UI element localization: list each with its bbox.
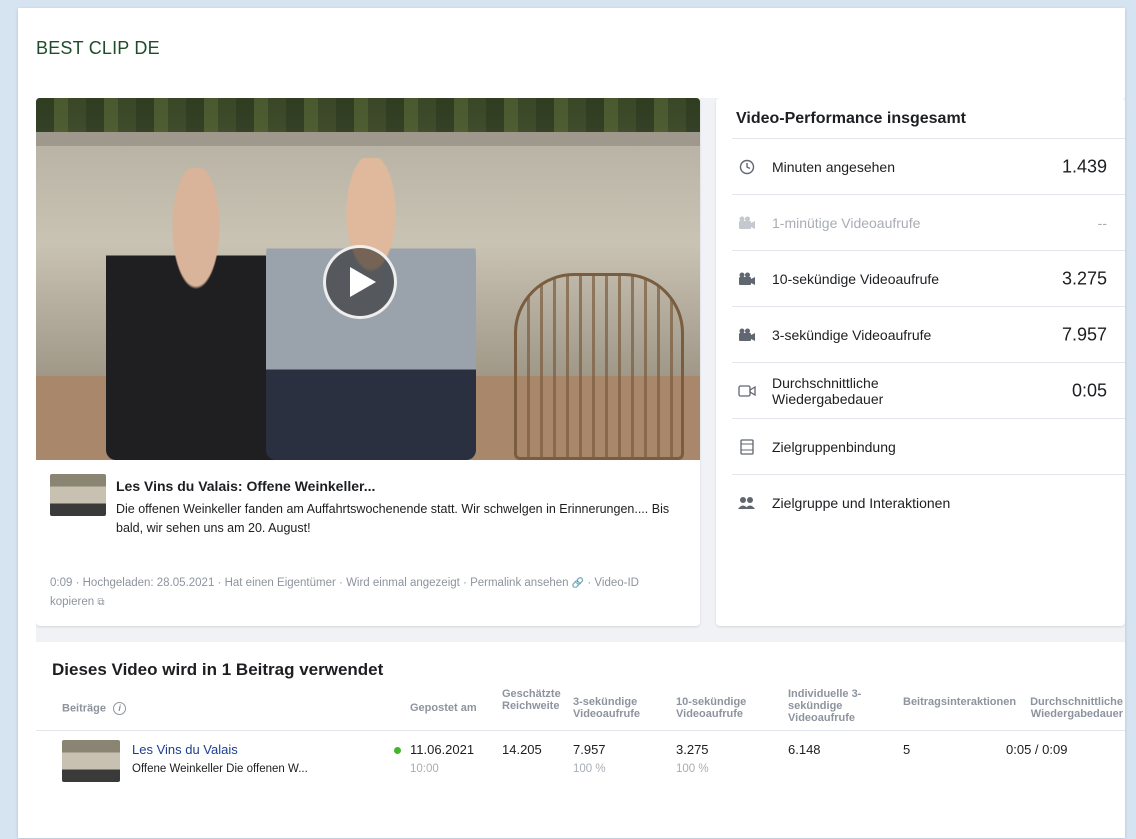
cell-3s-views-pct: 100 %: [573, 763, 606, 775]
copy-icon[interactable]: ⧉: [97, 597, 104, 608]
column-header-posted[interactable]: Gepostet am: [410, 702, 477, 714]
posts-section: Dieses Video wird in 1 Beitrag verwendet…: [36, 642, 1125, 788]
play-button[interactable]: [323, 245, 397, 319]
column-header-posts: Beiträge i: [62, 702, 127, 715]
video-scene-chair: [514, 273, 684, 460]
video-card: Les Vins du Valais: Offene Weinkeller...…: [36, 98, 700, 626]
column-header-3s-views[interactable]: 3-sekündige Videoaufrufe: [573, 696, 668, 720]
metric-row-1min-views: 1-minütige Videoaufrufe --: [732, 194, 1125, 250]
video-views-icon: [736, 268, 758, 290]
column-header-label: Beiträge: [62, 702, 107, 715]
upload-date: Hochgeladen: 28.05.2021: [82, 577, 215, 589]
metric-value: 7.957: [1061, 324, 1107, 344]
metric-label: Minuten angesehen: [772, 158, 895, 175]
metric-row-3s-views: 3-sekündige Videoaufrufe 7.957: [732, 306, 1125, 362]
metric-value: 3.275: [1061, 268, 1107, 288]
cell-3s-views: 7.957: [573, 742, 606, 757]
video-scene-foliage: [36, 98, 700, 134]
cell-avg-watch: 0:05 / 0:09: [1006, 742, 1068, 757]
permalink-link[interactable]: Permalink ansehen: [470, 577, 568, 589]
metric-label: 1-minütige Videoaufrufe: [772, 214, 921, 231]
play-icon: [350, 267, 376, 297]
info-icon[interactable]: i: [113, 702, 127, 715]
status-dot: [394, 747, 401, 754]
performance-panel: Video-Performance insgesamt Minuten ange…: [716, 98, 1125, 626]
performance-title: Video-Performance insgesamt: [736, 110, 967, 127]
metric-value: 0:05: [1071, 380, 1107, 400]
cell-reach: 14.205: [502, 742, 542, 757]
video-meta: 0:09 · Hochgeladen: 28.05.2021 · Hat ein…: [50, 577, 639, 608]
column-header-interactions[interactable]: Beitragsinteraktionen: [903, 696, 1016, 708]
cell-10s-views-pct: 100 %: [676, 763, 709, 775]
cell-10s-views: 3.275: [676, 742, 709, 757]
column-header-avg-watch[interactable]: Durchschnittliche Wiedergabedauer: [1008, 696, 1123, 720]
video-duration: 0:09: [50, 577, 73, 589]
film-icon: [736, 436, 758, 458]
metric-row-10s-views: 10-sekündige Videoaufrufe 3.275: [732, 250, 1125, 306]
video-description: Die offenen Weinkeller fanden am Auffahr…: [116, 502, 670, 535]
metric-label: 3-sekündige Videoaufrufe: [772, 326, 932, 343]
metric-row-audience-engagement[interactable]: Zielgruppe und Interaktionen: [732, 474, 1125, 530]
divider: [36, 730, 1125, 731]
post-title-link[interactable]: Les Vins du Valais: [132, 742, 238, 757]
brand-title: BEST CLIP DE: [36, 38, 160, 58]
clock-icon: [736, 156, 758, 178]
cell-date: 11.06.2021: [410, 742, 475, 757]
metric-label: 10-sekündige Videoaufrufe: [772, 270, 940, 287]
metric-value: --: [1097, 214, 1107, 231]
posts-table-header: Beiträge i Gepostet am Geschätzte Reichw…: [36, 684, 1125, 730]
video-views-icon: [736, 212, 758, 234]
table-row: Les Vins du Valais Offene Weinkeller Die…: [36, 732, 1125, 788]
metric-label: Zielgruppe und Interaktionen: [772, 494, 951, 511]
video-views-icon: [736, 324, 758, 346]
video-camera-icon: [736, 380, 758, 402]
metric-label: Durchschnittliche Wiedergabedauer: [772, 374, 884, 407]
metric-value: 1.439: [1061, 156, 1107, 176]
video-scene-person: [106, 168, 286, 460]
column-header-10s-views[interactable]: 10-sekündige Videoaufrufe: [676, 696, 776, 720]
post-subtitle: Offene Weinkeller Die offenen W...: [132, 763, 308, 775]
posts-title: Dieses Video wird in 1 Beitrag verwendet: [52, 660, 384, 679]
shown-info[interactable]: Wird einmal angezeigt: [346, 577, 460, 589]
metric-row-audience-retention[interactable]: Zielgruppenbindung: [732, 418, 1125, 474]
cell-unique-3s-views: 6.148: [788, 742, 821, 757]
post-thumbnail[interactable]: [62, 740, 120, 782]
video-insights-screenshot: Les Vins du Valais: Offene Weinkeller...…: [36, 98, 1125, 788]
cell-time: 10:00: [410, 763, 439, 775]
video-scene-wall: [36, 132, 700, 146]
video-player[interactable]: [36, 98, 700, 460]
performance-list: Minuten angesehen 1.439 1-minütige Video…: [732, 138, 1125, 530]
people-icon: [736, 492, 758, 514]
metric-row-avg-watch-time: Durchschnittliche Wiedergabedauer 0:05: [732, 362, 1125, 418]
metric-label: Zielgruppenbindung: [772, 438, 896, 455]
column-header-reach[interactable]: Geschätzte Reichweite: [502, 688, 564, 712]
video-thumbnail[interactable]: [50, 474, 106, 516]
column-header-unique-3s-views[interactable]: Individuelle 3-sekündige Videoaufrufe: [788, 688, 888, 724]
owner-info[interactable]: Hat einen Eigentümer: [225, 577, 336, 589]
page-card: BEST CLIP DE Les Vins du Valais: Offene: [18, 8, 1125, 838]
video-title[interactable]: Les Vins du Valais: Offene Weinkeller...: [116, 478, 375, 494]
link-icon: 🔗: [571, 578, 585, 589]
cell-interactions: 5: [903, 742, 911, 757]
metric-row-minutes-viewed: Minuten angesehen 1.439: [732, 138, 1125, 194]
